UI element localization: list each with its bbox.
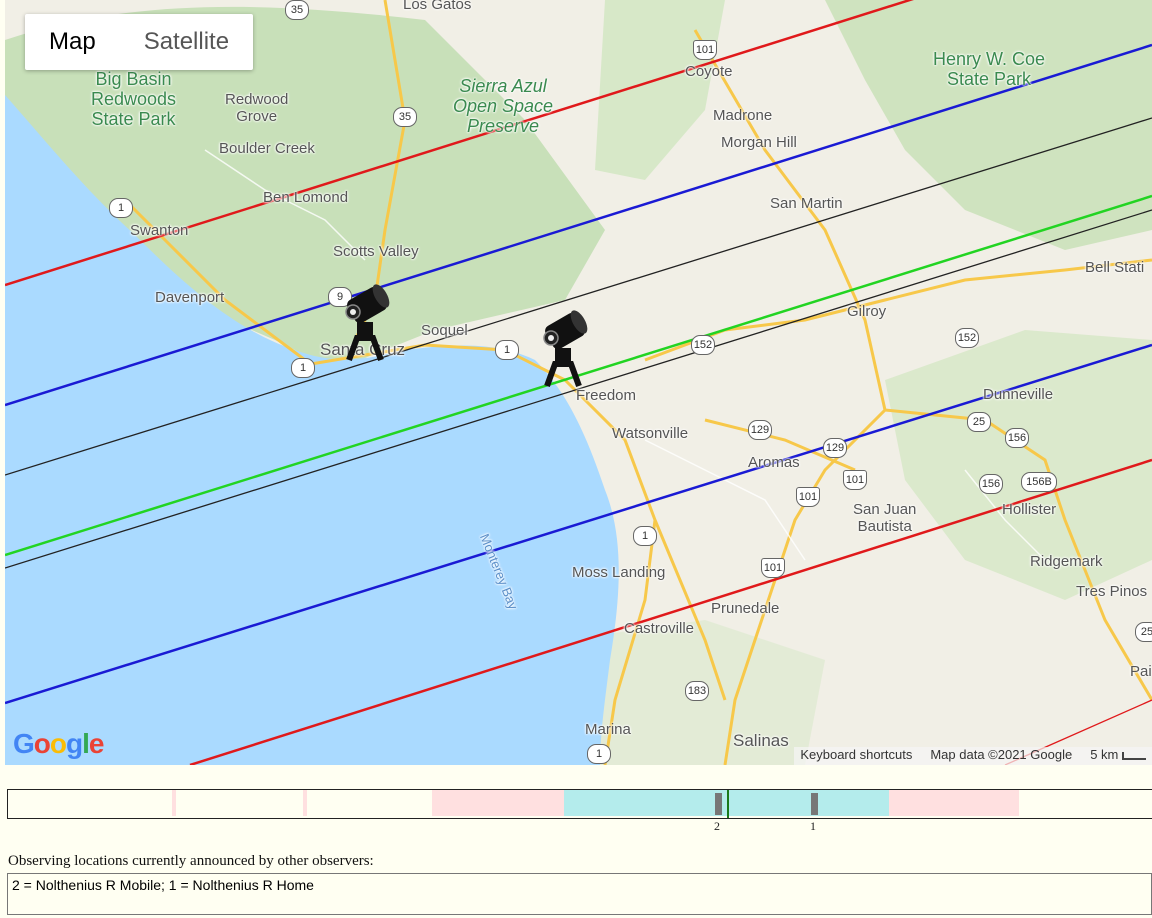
place-label: Castroville — [624, 620, 695, 637]
park-label: Big Basin Redwoods State Park — [91, 69, 177, 129]
place-label: Hollister — [1002, 501, 1057, 518]
place-label: Prunedale — [711, 600, 780, 617]
eclipse-timeline[interactable] — [7, 789, 1152, 819]
place-label: Madrone — [713, 107, 773, 124]
place-label: Salinas — [733, 731, 789, 750]
scale-control[interactable]: 5 km — [1090, 747, 1146, 765]
map-data-credit[interactable]: Map data ©2021 Google — [930, 747, 1072, 765]
route-shield: 1 — [291, 358, 315, 378]
place-label: Morgan Hill — [721, 134, 797, 151]
route-shield: 1 — [587, 744, 611, 764]
timeline-current-marker — [727, 790, 729, 818]
route-shield: 183 — [685, 681, 709, 701]
observers-list-box[interactable]: 2 = Nolthenius R Mobile; 1 = Nolthenius … — [7, 873, 1152, 915]
route-shield: 156 — [979, 474, 1003, 494]
place-label: Boulder Creek — [219, 140, 315, 157]
place-label: Moss Landing — [572, 564, 666, 581]
place-label: Gilroy — [847, 303, 887, 320]
place-label: Tres Pinos — [1076, 583, 1148, 600]
timeline-observer-tick[interactable] — [811, 793, 818, 815]
route-shield: 156B — [1021, 472, 1057, 492]
route-shield: 129 — [823, 438, 847, 458]
timeline-segment — [172, 790, 176, 816]
place-label: Davenport — [155, 289, 225, 306]
route-shield: 35 — [393, 107, 417, 127]
map-type-control: Map Satellite — [25, 14, 254, 70]
telescope-icon — [543, 310, 588, 388]
place-label: Soquel — [421, 322, 468, 339]
map-canvas[interactable]: Los Gatos Big Basin Redwoods State Park … — [5, 0, 1152, 765]
place-label: Scotts Valley — [333, 243, 419, 260]
place-label: Freedom — [576, 387, 637, 404]
scale-bar-icon — [1122, 751, 1146, 760]
observer-telescope-marker[interactable] — [335, 282, 395, 362]
route-shield: 101 — [796, 487, 820, 507]
observer-telescope-marker[interactable] — [533, 308, 593, 388]
park-label: Sierra Azul Open Space Preserve — [453, 76, 554, 136]
route-shield: 25 — [967, 412, 991, 432]
place-label: Ridgemark — [1030, 553, 1103, 570]
route-shield: 152 — [955, 328, 979, 348]
route-shield: 101 — [843, 470, 867, 490]
timeline-segment — [303, 790, 307, 816]
route-shield: 101 — [693, 40, 717, 60]
place-label: Watsonville — [612, 425, 689, 442]
place-label: San Juan Bautista — [853, 501, 917, 535]
place-label: Ben Lomond — [263, 189, 349, 206]
timeline-segment — [432, 790, 564, 816]
timeline-observer-tick[interactable] — [715, 793, 722, 815]
place-label: Swanton — [130, 222, 189, 239]
scale-label: 5 km — [1090, 747, 1119, 762]
route-shield: 152 — [691, 335, 715, 355]
observers-heading: Observing locations currently announced … — [8, 853, 374, 869]
google-logo[interactable]: Google — [13, 728, 104, 760]
timeline-tick-label: 1 — [810, 819, 816, 833]
route-shield: 25 — [1135, 622, 1152, 642]
route-shield: 156 — [1005, 428, 1029, 448]
place-label: Aromas — [748, 454, 800, 471]
place-label: Redwood Grove — [225, 91, 289, 125]
timeline-tick-label: 2 — [714, 819, 720, 833]
route-shield: 129 — [748, 420, 772, 440]
place-label: Dunneville — [983, 386, 1054, 403]
place-label: San Martin — [770, 195, 843, 212]
map-type-satellite-button[interactable]: Satellite — [120, 14, 253, 70]
place-label: Los Gatos — [403, 0, 472, 13]
map-attribution: Keyboard shortcuts Map data ©2021 Google… — [794, 747, 1152, 765]
route-shield: 1 — [495, 340, 519, 360]
route-shield: 35 — [285, 0, 309, 20]
route-shield: 101 — [761, 558, 785, 578]
place-label: Marina — [585, 721, 631, 738]
place-label: Bell Stati — [1085, 259, 1145, 276]
route-shield: 1 — [109, 198, 133, 218]
map-type-map-button[interactable]: Map — [25, 14, 120, 70]
park-label: Henry W. Coe State Park — [933, 49, 1046, 89]
telescope-icon — [345, 284, 390, 362]
place-label: Coyote — [685, 63, 733, 80]
timeline-segment — [889, 790, 1019, 816]
keyboard-shortcuts-link[interactable]: Keyboard shortcuts — [800, 747, 912, 765]
route-shield: 1 — [633, 526, 657, 546]
place-label: Pai — [1130, 663, 1152, 680]
